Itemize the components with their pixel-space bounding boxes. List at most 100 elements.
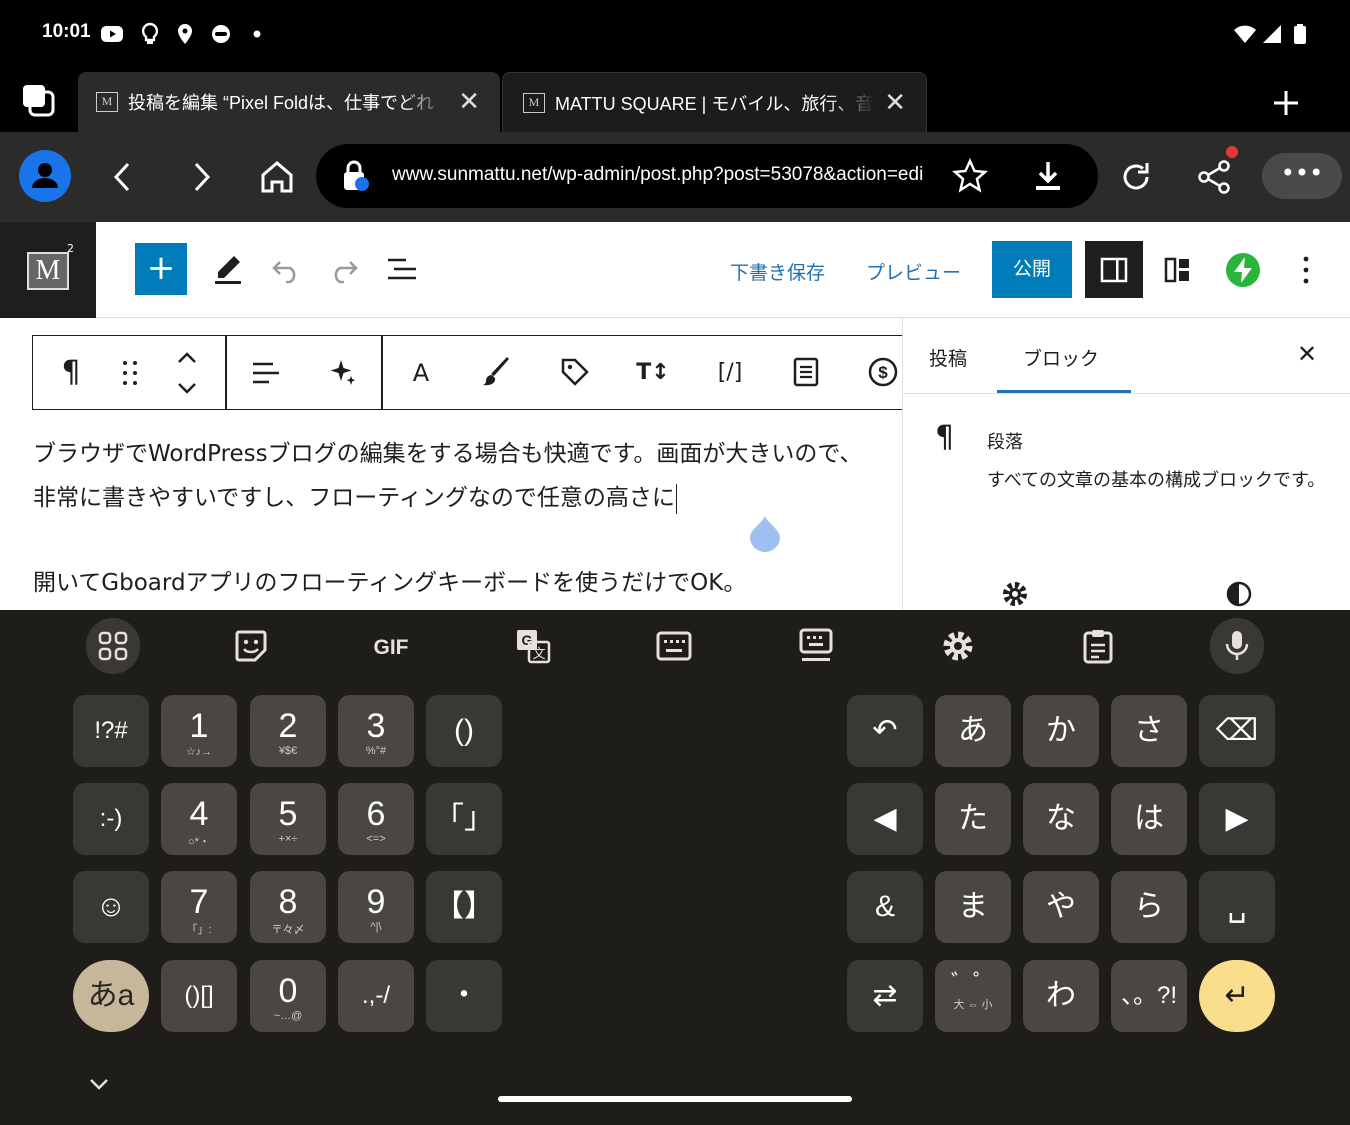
- key-right-1-1[interactable]: た: [935, 783, 1011, 855]
- hide-keyboard-chevron-icon[interactable]: [88, 1076, 110, 1094]
- document-lines-icon[interactable]: [791, 356, 821, 388]
- jetpack-icon[interactable]: [1225, 252, 1261, 288]
- font-size-button[interactable]: T↕: [633, 356, 673, 390]
- gesture-nav-bar[interactable]: [498, 1096, 852, 1102]
- one-handed-keyboard-icon[interactable]: [656, 630, 692, 662]
- key-right-0-1[interactable]: あ: [935, 695, 1011, 767]
- key-left-1-3[interactable]: 6 <=>: [338, 783, 414, 855]
- key-left-3-3[interactable]: .,-/: [338, 960, 414, 1032]
- shortcode-button[interactable]: [/]: [709, 356, 751, 390]
- undo-icon[interactable]: [270, 256, 302, 284]
- key-left-3-2[interactable]: 0 ~…@: [250, 960, 326, 1032]
- preview-button[interactable]: プレビュー: [866, 258, 961, 285]
- close-tab-icon[interactable]: ✕: [458, 88, 480, 114]
- clipboard-icon[interactable]: [1082, 628, 1114, 664]
- key-right-2-4[interactable]: ␣: [1199, 871, 1275, 943]
- align-text-icon[interactable]: [251, 358, 281, 388]
- key-right-3-0[interactable]: ⇄: [847, 960, 923, 1032]
- key-right-2-3[interactable]: ら: [1111, 871, 1187, 943]
- settings-sidebar-toggle[interactable]: [1085, 241, 1143, 298]
- tab-post[interactable]: 投稿: [929, 344, 967, 371]
- key-left-3-0[interactable]: あa: [73, 960, 149, 1032]
- block-patterns-icon[interactable]: [1164, 256, 1192, 284]
- sticker-icon[interactable]: [233, 628, 269, 664]
- edit-pen-icon[interactable]: [212, 252, 244, 286]
- key-left-2-2[interactable]: 8 〒々〆: [250, 871, 326, 943]
- add-block-button[interactable]: +: [135, 243, 187, 295]
- url-field[interactable]: www.sunmattu.net/wp-admin/post.php?post=…: [316, 144, 1098, 208]
- move-up-down-icon[interactable]: [175, 350, 199, 396]
- paragraph-block[interactable]: 開いてGboardアプリのフローティングキーボードを使うだけでOK。: [33, 561, 883, 605]
- download-icon[interactable]: [1030, 158, 1066, 194]
- bookmark-star-icon[interactable]: [952, 158, 988, 194]
- more-menu-button[interactable]: •••: [1262, 153, 1342, 199]
- home-icon[interactable]: [258, 158, 296, 196]
- key-right-3-3[interactable]: 、。?!: [1111, 960, 1187, 1032]
- settings-gear-icon[interactable]: [1001, 580, 1029, 608]
- profile-avatar-icon[interactable]: [19, 150, 71, 202]
- key-left-2-4[interactable]: 【】: [426, 871, 502, 943]
- tab-switcher-icon[interactable]: [20, 82, 56, 118]
- key-left-2-1[interactable]: 7 「」:: [161, 871, 237, 943]
- tab-block[interactable]: ブロック: [1023, 344, 1099, 371]
- redo-icon[interactable]: [328, 256, 360, 284]
- key-left-0-1[interactable]: 1 ☆♪→: [161, 695, 237, 767]
- key-right-0-4[interactable]: ⌫: [1199, 695, 1275, 767]
- ai-sparkle-icon[interactable]: [327, 356, 357, 388]
- key-right-2-0[interactable]: &: [847, 871, 923, 943]
- tab-mattu-square[interactable]: M MATTU SQUARE | モバイル、旅行、音 ✕: [502, 72, 927, 132]
- key-right-1-4[interactable]: ▶: [1199, 783, 1275, 855]
- key-right-3-4[interactable]: ↵: [1199, 960, 1275, 1032]
- close-sidebar-icon[interactable]: ✕: [1297, 340, 1317, 368]
- site-logo-button[interactable]: M 2: [0, 222, 96, 318]
- key-left-0-4[interactable]: (): [426, 695, 502, 767]
- options-menu-icon[interactable]: [1296, 254, 1316, 286]
- key-right-1-0[interactable]: ◀: [847, 783, 923, 855]
- new-tab-icon[interactable]: [1272, 89, 1300, 117]
- paragraph-block[interactable]: ブラウザでWordPressブログの編集をする場合も快適です。画面が大きいので、…: [33, 432, 883, 520]
- styles-contrast-icon[interactable]: [1225, 580, 1253, 608]
- cursor-handle-icon[interactable]: [748, 514, 782, 552]
- tag-icon[interactable]: [559, 356, 591, 388]
- key-left-1-4[interactable]: 「」: [426, 783, 502, 855]
- key-left-0-2[interactable]: 2 ¥$€: [250, 695, 326, 767]
- reload-icon[interactable]: [1118, 159, 1154, 195]
- key-left-0-3[interactable]: 3 %°#: [338, 695, 414, 767]
- paragraph-block-icon[interactable]: ¶: [51, 356, 91, 390]
- key-left-1-2[interactable]: 5 +×÷: [250, 783, 326, 855]
- key-left-0-0[interactable]: !?#: [73, 695, 149, 767]
- dollar-circle-icon[interactable]: $: [867, 356, 899, 388]
- key-right-3-2[interactable]: わ: [1023, 960, 1099, 1032]
- publish-button[interactable]: 公開: [992, 241, 1072, 298]
- key-right-0-3[interactable]: さ: [1111, 695, 1187, 767]
- key-left-3-4[interactable]: ・: [426, 960, 502, 1032]
- keyboard-settings-gear-icon[interactable]: [940, 628, 976, 664]
- key-right-3-1[interactable]: ゛゜大 ⇔ 小: [935, 960, 1011, 1032]
- key-left-1-0[interactable]: :-): [73, 783, 149, 855]
- back-icon[interactable]: [108, 160, 138, 194]
- document-overview-icon[interactable]: [386, 256, 418, 284]
- key-left-2-0[interactable]: ☺: [73, 871, 149, 943]
- key-right-0-0[interactable]: ↶: [847, 695, 923, 767]
- tab-edit-post[interactable]: M 投稿を編集 “Pixel Foldは、仕事でどれ ✕: [78, 72, 500, 132]
- floating-keyboard-icon[interactable]: [798, 628, 834, 664]
- highlight-brush-icon[interactable]: [481, 356, 513, 388]
- key-right-1-3[interactable]: は: [1111, 783, 1187, 855]
- key-left-1-1[interactable]: 4 ○*・: [161, 783, 237, 855]
- gif-button[interactable]: GIF: [366, 628, 416, 668]
- voice-input-button[interactable]: [1210, 618, 1264, 674]
- save-draft-button[interactable]: 下書き保存: [730, 258, 825, 285]
- key-left-2-3[interactable]: 9 ^|\: [338, 871, 414, 943]
- text-color-button[interactable]: A: [401, 356, 441, 390]
- key-right-1-2[interactable]: な: [1023, 783, 1099, 855]
- key-left-3-1[interactable]: ()[]: [161, 960, 237, 1032]
- key-right-2-1[interactable]: ま: [935, 871, 1011, 943]
- key-right-2-2[interactable]: や: [1023, 871, 1099, 943]
- translate-icon[interactable]: G文: [515, 628, 551, 664]
- site-security-icon[interactable]: [338, 160, 372, 194]
- key-right-0-2[interactable]: か: [1023, 695, 1099, 767]
- forward-icon[interactable]: [186, 160, 216, 194]
- close-tab-icon[interactable]: ✕: [884, 89, 906, 115]
- apps-button[interactable]: [86, 618, 140, 674]
- drag-handle-icon[interactable]: [119, 358, 141, 388]
